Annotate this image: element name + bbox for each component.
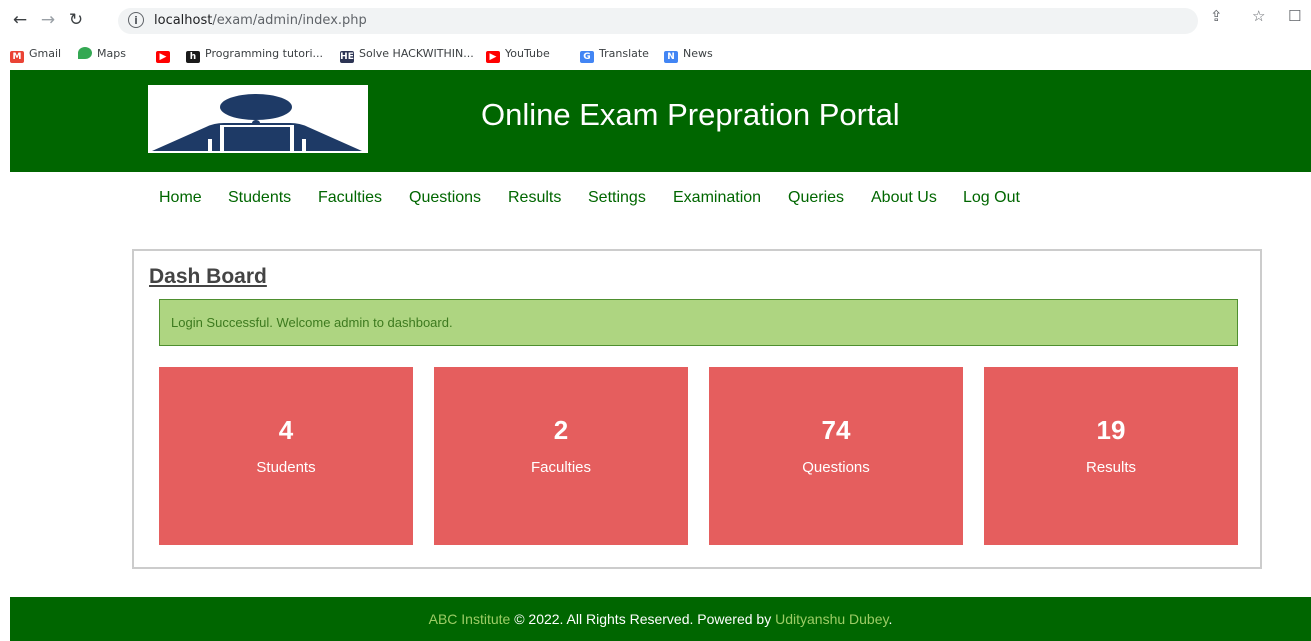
hackerearth-icon: HE — [340, 51, 354, 63]
stat-count: 19 — [1096, 415, 1126, 445]
menu-item-examination[interactable]: Examination — [673, 189, 761, 207]
footer-author-link[interactable]: Udityanshu Dubey — [775, 611, 888, 627]
bookmark-star-icon[interactable]: ☆ — [1252, 7, 1265, 25]
site-info-icon[interactable]: i — [128, 12, 144, 28]
dashboard-title: Dash Board — [149, 265, 267, 288]
portal-logo — [148, 85, 368, 153]
exam-user-logo-icon — [152, 94, 362, 151]
h-logo-icon: h — [186, 51, 200, 63]
stat-count: 74 — [821, 415, 851, 445]
menu-item-log-out[interactable]: Log Out — [963, 189, 1020, 207]
bookmark-youtube-1[interactable]: ▶ — [156, 46, 175, 63]
bookmark-news[interactable]: N News — [664, 46, 713, 63]
news-icon: N — [664, 51, 678, 63]
stat-card-questions[interactable]: 74 Questions — [709, 367, 963, 545]
bookmark-translate[interactable]: G Translate — [580, 46, 649, 63]
reload-icon[interactable]: ↻ — [64, 8, 88, 32]
stat-count: 2 — [553, 415, 569, 445]
gmail-icon: M — [10, 51, 24, 63]
side-panel-icon[interactable]: ☐ — [1288, 7, 1301, 25]
back-arrow-icon[interactable]: ← — [8, 8, 32, 32]
browser-chrome: ← → ↻ i localhost/exam/admin/index.php ⇪… — [0, 0, 1311, 70]
address-bar[interactable]: i localhost/exam/admin/index.php — [118, 8, 1198, 34]
site-header: Online Exam Prepration Portal — [10, 70, 1311, 172]
stat-card-results[interactable]: 19 Results — [984, 367, 1238, 545]
forward-arrow-icon[interactable]: → — [36, 8, 60, 32]
bookmark-gmail[interactable]: M Gmail — [10, 46, 61, 63]
menu-item-questions[interactable]: Questions — [409, 189, 481, 207]
dashboard-panel: Dash Board Login Successful. Welcome adm… — [132, 249, 1262, 569]
bookmark-youtube-2[interactable]: ▶ YouTube — [486, 46, 550, 63]
stat-card-faculties[interactable]: 2 Faculties — [434, 367, 688, 545]
youtube-icon: ▶ — [156, 51, 170, 63]
translate-icon: G — [580, 51, 594, 63]
menu-item-results[interactable]: Results — [508, 189, 561, 207]
stat-label: Students — [256, 459, 316, 476]
menu-item-settings[interactable]: Settings — [588, 189, 646, 207]
youtube-icon: ▶ — [486, 51, 500, 63]
stat-card-students[interactable]: 4 Students — [159, 367, 413, 545]
stat-label: Questions — [802, 459, 870, 476]
stat-label: Results — [1085, 459, 1137, 476]
footer-copyright: ABC Institute © 2022. All Rights Reserve… — [428, 611, 893, 627]
site-footer: ABC Institute © 2022. All Rights Reserve… — [10, 597, 1311, 641]
menu-item-queries[interactable]: Queries — [788, 189, 844, 207]
menu-item-home[interactable]: Home — [159, 189, 202, 207]
alert-message: Login Successful. Welcome admin to dashb… — [171, 315, 453, 330]
menu-item-about-us[interactable]: About Us — [871, 189, 937, 207]
bookmarks-bar: M Gmail Maps ▶ h Programming tutori... HE S… — [0, 40, 1311, 68]
menu-item-faculties[interactable]: Faculties — [318, 189, 382, 207]
bookmark-hackwithinfy[interactable]: HE Solve HACKWITHIN... — [340, 46, 474, 63]
browser-toolbar: ← → ↻ i localhost/exam/admin/index.php ⇪… — [0, 0, 1311, 40]
stat-count: 4 — [278, 415, 294, 445]
footer-org-link[interactable]: ABC Institute — [429, 611, 511, 627]
share-icon[interactable]: ⇪ — [1210, 7, 1223, 25]
menu-item-students[interactable]: Students — [228, 189, 291, 207]
bookmark-programming-tutorials[interactable]: h Programming tutori... — [186, 46, 323, 63]
bookmark-maps[interactable]: Maps — [78, 46, 126, 62]
maps-pin-icon — [78, 47, 92, 59]
url-text[interactable]: localhost/exam/admin/index.php — [154, 13, 367, 28]
login-success-alert: Login Successful. Welcome admin to dashb… — [159, 299, 1238, 346]
stat-label: Faculties — [530, 459, 592, 476]
site-title: Online Exam Prepration Portal — [481, 97, 900, 132]
